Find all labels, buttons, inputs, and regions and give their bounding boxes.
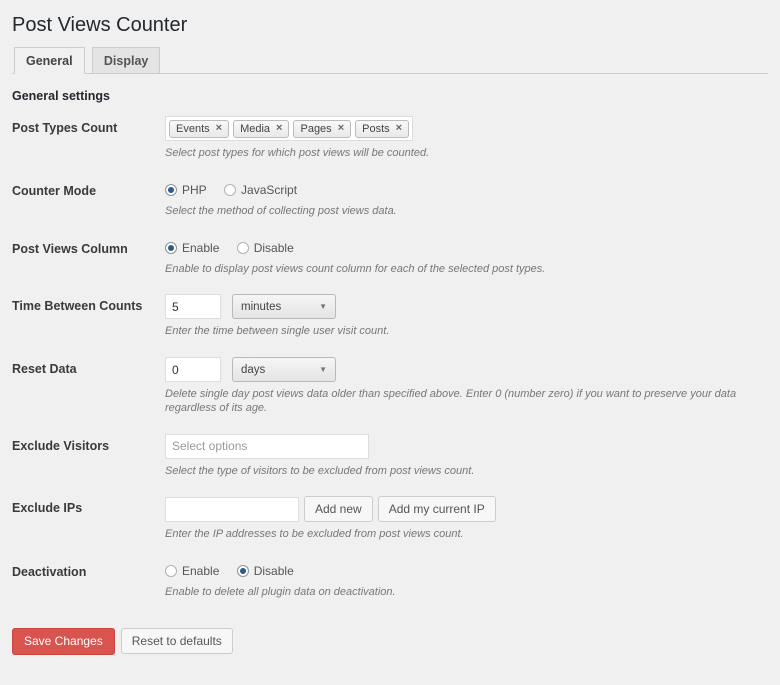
time-between-counts-label: Time Between Counts bbox=[12, 294, 165, 351]
counter-mode-radio-group: PHP JavaScript bbox=[165, 179, 768, 199]
reset-unit-select[interactable]: days ▼ bbox=[232, 357, 336, 382]
add-new-ip-button[interactable]: Add new bbox=[304, 496, 373, 522]
exclude-ips-input[interactable] bbox=[165, 497, 299, 522]
radio-disable-label: Disable bbox=[254, 241, 294, 255]
remove-chip-icon[interactable]: × bbox=[396, 123, 402, 134]
setting-row-exclude-ips: Exclude IPs Add new Add my current IP En… bbox=[12, 496, 768, 554]
radio-icon[interactable] bbox=[237, 242, 249, 254]
tab-general[interactable]: General bbox=[14, 47, 85, 74]
counter-mode-description: Select the method of collecting post vie… bbox=[165, 205, 768, 219]
radio-javascript-label: JavaScript bbox=[241, 183, 297, 197]
setting-row-counter-mode: Counter Mode PHP JavaScript Select the m… bbox=[12, 179, 768, 231]
chip-events-label: Events bbox=[176, 123, 210, 135]
reset-data-label: Reset Data bbox=[12, 357, 165, 428]
setting-row-time-between-counts: Time Between Counts minutes ▼ Enter the … bbox=[12, 294, 768, 351]
chevron-down-icon: ▼ bbox=[319, 366, 327, 374]
radio-option-enable[interactable]: Enable bbox=[165, 241, 219, 255]
post-types-count-label: Post Types Count bbox=[12, 116, 165, 173]
counter-mode-label: Counter Mode bbox=[12, 179, 165, 231]
exclude-visitors-label: Exclude Visitors bbox=[12, 434, 165, 491]
time-between-counts-input[interactable] bbox=[165, 294, 221, 319]
chevron-down-icon: ▼ bbox=[319, 303, 327, 311]
time-unit-select[interactable]: minutes ▼ bbox=[232, 294, 336, 319]
radio-icon[interactable] bbox=[165, 242, 177, 254]
radio-icon[interactable] bbox=[237, 565, 249, 577]
setting-row-post-types-count: Post Types Count Events × Media × Pages … bbox=[12, 116, 768, 173]
remove-chip-icon[interactable]: × bbox=[276, 123, 282, 134]
setting-row-post-views-column: Post Views Column Enable Disable Enable … bbox=[12, 237, 768, 289]
section-heading: General settings bbox=[12, 89, 768, 103]
exclude-ips-description: Enter the IP addresses to be excluded fr… bbox=[165, 528, 768, 542]
chip-events: Events × bbox=[169, 120, 229, 138]
radio-icon[interactable] bbox=[165, 184, 177, 196]
radio-option-disable[interactable]: Disable bbox=[237, 241, 294, 255]
save-changes-button[interactable]: Save Changes bbox=[12, 628, 115, 655]
remove-chip-icon[interactable]: × bbox=[338, 123, 344, 134]
radio-icon[interactable] bbox=[224, 184, 236, 196]
add-current-ip-button[interactable]: Add my current IP bbox=[378, 496, 496, 522]
setting-row-exclude-visitors: Exclude Visitors Select the type of visi… bbox=[12, 434, 768, 491]
chip-media-label: Media bbox=[240, 123, 270, 135]
radio-option-disable[interactable]: Disable bbox=[237, 564, 294, 578]
deactivation-label: Deactivation bbox=[12, 560, 165, 612]
radio-option-javascript[interactable]: JavaScript bbox=[224, 183, 297, 197]
time-unit-selected-value: minutes bbox=[241, 301, 281, 313]
page-title: Post Views Counter bbox=[12, 13, 768, 38]
tab-bar: General Display bbox=[12, 47, 768, 74]
radio-disable-label: Disable bbox=[254, 564, 294, 578]
post-views-column-description: Enable to display post views count colum… bbox=[165, 263, 768, 277]
post-views-column-label: Post Views Column bbox=[12, 237, 165, 289]
deactivation-description: Enable to delete all plugin data on deac… bbox=[165, 586, 768, 600]
form-actions: Save Changes Reset to defaults bbox=[12, 628, 768, 655]
radio-option-enable[interactable]: Enable bbox=[165, 564, 219, 578]
radio-php-label: PHP bbox=[182, 183, 207, 197]
radio-option-php[interactable]: PHP bbox=[165, 183, 207, 197]
reset-data-description: Delete single day post views data older … bbox=[165, 388, 768, 416]
exclude-visitors-input[interactable] bbox=[165, 434, 369, 459]
post-types-count-description: Select post types for which post views w… bbox=[165, 147, 768, 161]
radio-enable-label: Enable bbox=[182, 564, 219, 578]
chip-pages-label: Pages bbox=[300, 123, 331, 135]
chip-posts: Posts × bbox=[355, 120, 409, 138]
post-types-multiselect[interactable]: Events × Media × Pages × Posts × bbox=[165, 116, 413, 141]
remove-chip-icon[interactable]: × bbox=[216, 123, 222, 134]
exclude-visitors-description: Select the type of visitors to be exclud… bbox=[165, 465, 768, 479]
tab-display[interactable]: Display bbox=[92, 47, 160, 74]
radio-enable-label: Enable bbox=[182, 241, 219, 255]
reset-to-defaults-button[interactable]: Reset to defaults bbox=[121, 628, 233, 654]
setting-row-reset-data: Reset Data days ▼ Delete single day post… bbox=[12, 357, 768, 428]
reset-data-input[interactable] bbox=[165, 357, 221, 382]
general-settings-form: Post Types Count Events × Media × Pages … bbox=[12, 116, 768, 655]
radio-icon[interactable] bbox=[165, 565, 177, 577]
chip-posts-label: Posts bbox=[362, 123, 390, 135]
settings-page: Post Views Counter General Display Gener… bbox=[0, 0, 780, 661]
reset-unit-selected-value: days bbox=[241, 364, 265, 376]
deactivation-radio-group: Enable Disable bbox=[165, 560, 768, 580]
setting-row-deactivation: Deactivation Enable Disable Enable to de… bbox=[12, 560, 768, 612]
chip-pages: Pages × bbox=[293, 120, 351, 138]
chip-media: Media × bbox=[233, 120, 289, 138]
post-views-column-radio-group: Enable Disable bbox=[165, 237, 768, 257]
time-between-counts-description: Enter the time between single user visit… bbox=[165, 325, 768, 339]
exclude-ips-label: Exclude IPs bbox=[12, 496, 165, 554]
